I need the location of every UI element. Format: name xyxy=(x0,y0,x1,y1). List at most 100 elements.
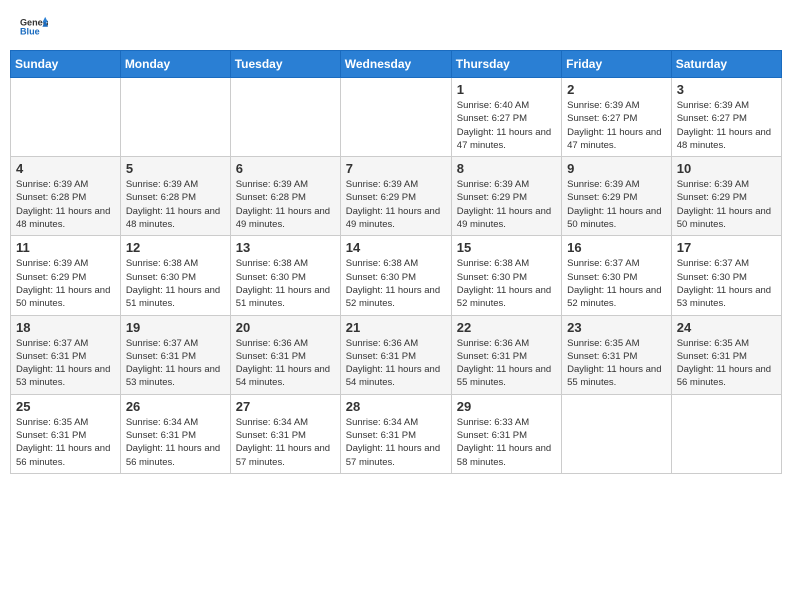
day-number: 3 xyxy=(677,82,776,97)
day-number: 11 xyxy=(16,240,115,255)
day-number: 21 xyxy=(346,320,446,335)
day-number: 15 xyxy=(457,240,556,255)
calendar-cell: 4 Sunrise: 6:39 AM Sunset: 6:28 PM Daylig… xyxy=(11,157,121,236)
day-of-week-header: Friday xyxy=(562,51,672,78)
calendar-cell xyxy=(562,394,672,473)
day-info: Sunrise: 6:34 AM Sunset: 6:31 PM Dayligh… xyxy=(346,416,446,469)
calendar-cell xyxy=(671,394,781,473)
day-info: Sunrise: 6:39 AM Sunset: 6:29 PM Dayligh… xyxy=(346,178,446,231)
day-info: Sunrise: 6:37 AM Sunset: 6:31 PM Dayligh… xyxy=(126,337,225,390)
day-number: 27 xyxy=(236,399,335,414)
day-number: 5 xyxy=(126,161,225,176)
calendar-cell: 25 Sunrise: 6:35 AM Sunset: 6:31 PM Dayli… xyxy=(11,394,121,473)
calendar-cell: 19 Sunrise: 6:37 AM Sunset: 6:31 PM Dayli… xyxy=(120,315,230,394)
calendar-week-row: 25 Sunrise: 6:35 AM Sunset: 6:31 PM Dayli… xyxy=(11,394,782,473)
calendar-cell: 22 Sunrise: 6:36 AM Sunset: 6:31 PM Dayli… xyxy=(451,315,561,394)
calendar-cell: 1 Sunrise: 6:40 AM Sunset: 6:27 PM Daylig… xyxy=(451,78,561,157)
calendar-cell: 20 Sunrise: 6:36 AM Sunset: 6:31 PM Dayli… xyxy=(230,315,340,394)
calendar-cell xyxy=(120,78,230,157)
day-number: 23 xyxy=(567,320,666,335)
day-info: Sunrise: 6:39 AM Sunset: 6:28 PM Dayligh… xyxy=(16,178,115,231)
calendar-cell: 16 Sunrise: 6:37 AM Sunset: 6:30 PM Dayli… xyxy=(562,236,672,315)
day-number: 20 xyxy=(236,320,335,335)
calendar-cell: 21 Sunrise: 6:36 AM Sunset: 6:31 PM Dayli… xyxy=(340,315,451,394)
day-info: Sunrise: 6:33 AM Sunset: 6:31 PM Dayligh… xyxy=(457,416,556,469)
day-of-week-header: Thursday xyxy=(451,51,561,78)
day-info: Sunrise: 6:39 AM Sunset: 6:29 PM Dayligh… xyxy=(567,178,666,231)
calendar-table: SundayMondayTuesdayWednesdayThursdayFrid… xyxy=(10,50,782,474)
calendar-body: 1 Sunrise: 6:40 AM Sunset: 6:27 PM Daylig… xyxy=(11,78,782,474)
day-info: Sunrise: 6:39 AM Sunset: 6:29 PM Dayligh… xyxy=(16,257,115,310)
day-number: 10 xyxy=(677,161,776,176)
day-info: Sunrise: 6:34 AM Sunset: 6:31 PM Dayligh… xyxy=(126,416,225,469)
day-number: 22 xyxy=(457,320,556,335)
calendar-cell: 15Sunrise: 6:38 AM Sunset: 6:30 PM Dayli… xyxy=(451,236,561,315)
day-info: Sunrise: 6:39 AM Sunset: 6:27 PM Dayligh… xyxy=(677,99,776,152)
day-info: Sunrise: 6:39 AM Sunset: 6:28 PM Dayligh… xyxy=(236,178,335,231)
day-info: Sunrise: 6:39 AM Sunset: 6:27 PM Dayligh… xyxy=(567,99,666,152)
calendar-cell: 24 Sunrise: 6:35 AM Sunset: 6:31 PM Dayli… xyxy=(671,315,781,394)
calendar-cell: 27Sunrise: 6:34 AM Sunset: 6:31 PM Dayli… xyxy=(230,394,340,473)
calendar-cell: 26 Sunrise: 6:34 AM Sunset: 6:31 PM Dayli… xyxy=(120,394,230,473)
calendar-cell: 3 Sunrise: 6:39 AM Sunset: 6:27 PM Daylig… xyxy=(671,78,781,157)
day-of-week-header: Wednesday xyxy=(340,51,451,78)
day-number: 17 xyxy=(677,240,776,255)
page-header: General Blue xyxy=(10,10,782,42)
calendar-cell: 14 Sunrise: 6:38 AM Sunset: 6:30 PM Dayli… xyxy=(340,236,451,315)
calendar-cell: 13 Sunrise: 6:38 AM Sunset: 6:30 PM Dayli… xyxy=(230,236,340,315)
calendar-week-row: 18 Sunrise: 6:37 AM Sunset: 6:31 PM Dayli… xyxy=(11,315,782,394)
day-number: 12 xyxy=(126,240,225,255)
day-info: Sunrise: 6:40 AM Sunset: 6:27 PM Dayligh… xyxy=(457,99,556,152)
day-info: Sunrise: 6:39 AM Sunset: 6:28 PM Dayligh… xyxy=(126,178,225,231)
calendar-week-row: 4 Sunrise: 6:39 AM Sunset: 6:28 PM Daylig… xyxy=(11,157,782,236)
day-info: Sunrise: 6:38 AM Sunset: 6:30 PM Dayligh… xyxy=(346,257,446,310)
day-info: Sunrise: 6:39 AM Sunset: 6:29 PM Dayligh… xyxy=(677,178,776,231)
day-info: Sunrise: 6:35 AM Sunset: 6:31 PM Dayligh… xyxy=(677,337,776,390)
day-number: 29 xyxy=(457,399,556,414)
day-info: Sunrise: 6:36 AM Sunset: 6:31 PM Dayligh… xyxy=(457,337,556,390)
day-number: 7 xyxy=(346,161,446,176)
day-number: 1 xyxy=(457,82,556,97)
day-number: 28 xyxy=(346,399,446,414)
day-number: 25 xyxy=(16,399,115,414)
day-number: 13 xyxy=(236,240,335,255)
day-of-week-header: Monday xyxy=(120,51,230,78)
calendar-cell: 17 Sunrise: 6:37 AM Sunset: 6:30 PM Dayli… xyxy=(671,236,781,315)
general-blue-icon: General Blue xyxy=(20,15,48,37)
calendar-cell: 23 Sunrise: 6:35 AM Sunset: 6:31 PM Dayli… xyxy=(562,315,672,394)
day-number: 19 xyxy=(126,320,225,335)
svg-text:Blue: Blue xyxy=(20,26,40,36)
calendar-cell: 5 Sunrise: 6:39 AM Sunset: 6:28 PM Daylig… xyxy=(120,157,230,236)
day-number: 16 xyxy=(567,240,666,255)
calendar-cell xyxy=(11,78,121,157)
day-number: 24 xyxy=(677,320,776,335)
calendar-week-row: 1 Sunrise: 6:40 AM Sunset: 6:27 PM Daylig… xyxy=(11,78,782,157)
day-info: Sunrise: 6:39 AM Sunset: 6:29 PM Dayligh… xyxy=(457,178,556,231)
day-number: 8 xyxy=(457,161,556,176)
day-of-week-header: Tuesday xyxy=(230,51,340,78)
calendar-cell: 9Sunrise: 6:39 AM Sunset: 6:29 PM Daylig… xyxy=(562,157,672,236)
calendar-cell: 10 Sunrise: 6:39 AM Sunset: 6:29 PM Dayli… xyxy=(671,157,781,236)
logo: General Blue xyxy=(20,15,48,37)
day-number: 4 xyxy=(16,161,115,176)
day-info: Sunrise: 6:38 AM Sunset: 6:30 PM Dayligh… xyxy=(236,257,335,310)
calendar-cell: 11 Sunrise: 6:39 AM Sunset: 6:29 PM Dayli… xyxy=(11,236,121,315)
day-info: Sunrise: 6:38 AM Sunset: 6:30 PM Dayligh… xyxy=(126,257,225,310)
day-number: 14 xyxy=(346,240,446,255)
day-info: Sunrise: 6:36 AM Sunset: 6:31 PM Dayligh… xyxy=(236,337,335,390)
day-number: 26 xyxy=(126,399,225,414)
day-info: Sunrise: 6:35 AM Sunset: 6:31 PM Dayligh… xyxy=(16,416,115,469)
day-number: 6 xyxy=(236,161,335,176)
day-info: Sunrise: 6:37 AM Sunset: 6:30 PM Dayligh… xyxy=(567,257,666,310)
day-number: 2 xyxy=(567,82,666,97)
calendar-cell: 8 Sunrise: 6:39 AM Sunset: 6:29 PM Daylig… xyxy=(451,157,561,236)
day-info: Sunrise: 6:35 AM Sunset: 6:31 PM Dayligh… xyxy=(567,337,666,390)
day-number: 18 xyxy=(16,320,115,335)
day-of-week-header: Sunday xyxy=(11,51,121,78)
calendar-cell: 29 Sunrise: 6:33 AM Sunset: 6:31 PM Dayli… xyxy=(451,394,561,473)
calendar-cell: 28 Sunrise: 6:34 AM Sunset: 6:31 PM Dayli… xyxy=(340,394,451,473)
day-info: Sunrise: 6:37 AM Sunset: 6:30 PM Dayligh… xyxy=(677,257,776,310)
calendar-cell: 7 Sunrise: 6:39 AM Sunset: 6:29 PM Daylig… xyxy=(340,157,451,236)
day-info: Sunrise: 6:36 AM Sunset: 6:31 PM Dayligh… xyxy=(346,337,446,390)
calendar-cell: 18Sunrise: 6:37 AM Sunset: 6:31 PM Dayli… xyxy=(11,315,121,394)
